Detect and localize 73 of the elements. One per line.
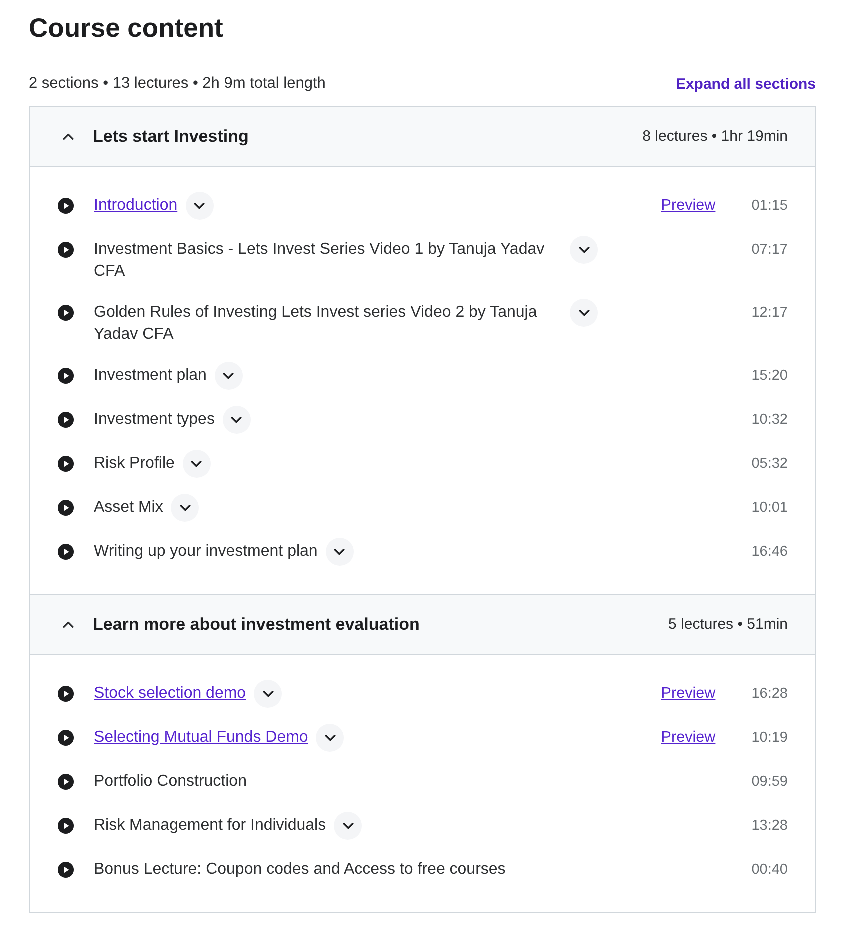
lecture-title: Bonus Lecture: Coupon codes and Access to free courses xyxy=(94,860,506,880)
lecture-duration: 05:32 xyxy=(752,456,788,472)
chevron-down-icon xyxy=(262,690,274,698)
course-summary: 2 sections • 13 lectures • 2h 9m total length xyxy=(29,75,326,93)
show-details-button[interactable] xyxy=(334,812,362,840)
chevron-down-icon xyxy=(223,372,234,380)
lecture-title-link[interactable]: Stock selection demo xyxy=(94,680,246,705)
section-title: Lets start Investing xyxy=(93,126,250,146)
section-meta: 5 lectures • 51min xyxy=(668,616,788,633)
show-details-button[interactable] xyxy=(254,680,282,708)
chevron-down-icon xyxy=(578,246,590,254)
show-details-button[interactable] xyxy=(171,494,200,522)
play-icon xyxy=(58,686,74,702)
show-details-button[interactable] xyxy=(316,724,344,752)
lecture-title-link[interactable]: Introduction xyxy=(94,192,178,217)
lecture-duration: 10:19 xyxy=(752,730,788,746)
lecture-duration: 00:40 xyxy=(752,862,788,878)
chevron-down-icon xyxy=(194,202,206,210)
expand-all-sections-button[interactable]: Expand all sections xyxy=(676,76,816,92)
chevron-down-icon xyxy=(578,310,590,316)
lecture-title-link[interactable]: Selecting Mutual Funds Demo xyxy=(94,724,308,749)
show-details-button[interactable] xyxy=(214,362,243,390)
lecture-title: Writing up your investment plan xyxy=(94,542,318,562)
play-icon xyxy=(58,774,74,790)
play-icon xyxy=(58,818,74,834)
lecture-duration: 12:17 xyxy=(752,305,788,321)
play-icon xyxy=(58,242,74,258)
play-icon xyxy=(58,862,74,878)
play-icon xyxy=(58,198,74,214)
lecture-duration: 16:46 xyxy=(752,544,788,560)
section-heading: Course content xyxy=(29,13,224,43)
lecture-duration: 10:01 xyxy=(752,500,788,516)
play-icon xyxy=(58,368,74,384)
lecture-duration: 10:32 xyxy=(752,412,788,428)
show-details-button[interactable] xyxy=(570,236,598,264)
section-meta: 8 lectures • 1hr 19min xyxy=(642,128,788,145)
lecture-duration: 07:17 xyxy=(752,242,788,258)
lecture-title: Golden Rules of Investing Lets Invest series Video 2 by Tanuja Yadav CFA xyxy=(94,303,538,345)
play-icon xyxy=(58,412,74,428)
section-title: Learn more about investment evaluation xyxy=(93,614,421,634)
chevron-down-icon xyxy=(180,504,191,512)
lecture-title: Portfolio Construction xyxy=(94,772,247,792)
lecture-title: Investment plan xyxy=(94,366,207,386)
lecture-duration: 09:59 xyxy=(752,774,788,790)
show-details-button[interactable] xyxy=(326,538,354,566)
chevron-down-icon xyxy=(324,734,336,742)
lecture-duration: 13:28 xyxy=(752,818,788,834)
chevron-down-icon xyxy=(191,460,202,468)
lecture-duration: 01:15 xyxy=(752,198,788,214)
show-details-button[interactable] xyxy=(222,406,251,434)
chevron-down-icon xyxy=(334,548,346,556)
lecture-title: Investment types xyxy=(94,410,215,430)
chevron-down-icon xyxy=(231,416,242,424)
lecture-title: Investment Basics - Lets Invest Series Video 1 by Tanuja Yadav CFA xyxy=(94,240,546,282)
play-icon xyxy=(58,730,74,746)
chevron-down-icon xyxy=(342,822,354,830)
show-details-button[interactable] xyxy=(570,299,598,327)
play-icon xyxy=(58,456,74,472)
section-header[interactable]: Learn more about investment evaluation 5 lectures • 51min xyxy=(30,595,815,655)
section-header[interactable]: Lets start Investing 8 lectures • 1hr 19min xyxy=(30,107,815,167)
lecture-duration: 16:28 xyxy=(752,686,788,702)
lecture-duration: 15:20 xyxy=(752,368,788,384)
preview-link[interactable]: Preview xyxy=(661,197,716,215)
lecture-title: Asset Mix xyxy=(94,498,164,518)
play-icon xyxy=(58,544,74,560)
lecture-title: Risk Profile xyxy=(94,454,175,474)
preview-link[interactable]: Preview xyxy=(661,729,716,747)
preview-link[interactable]: Preview xyxy=(661,685,716,703)
show-details-button[interactable] xyxy=(182,450,211,478)
show-details-button[interactable] xyxy=(186,192,214,220)
play-icon xyxy=(58,500,74,516)
play-icon xyxy=(58,305,74,321)
lecture-title: Risk Management for Individuals xyxy=(94,816,326,836)
